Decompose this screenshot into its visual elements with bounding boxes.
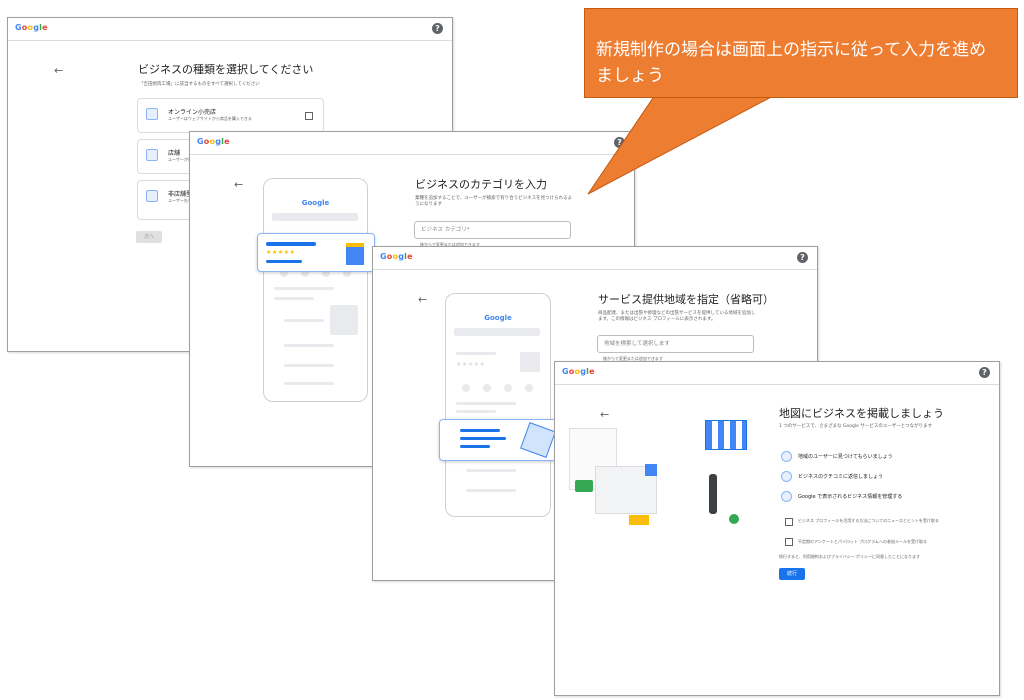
map-thumb [330,305,358,335]
google-logo: Google [15,23,48,32]
option-desc: ユーザーはウェブサイトから商品を購入できる [168,116,252,121]
info-line [466,489,516,492]
store-icon [346,243,364,265]
info-line [466,469,516,472]
help-icon[interactable]: ? [979,367,990,378]
option-checkbox[interactable] [305,112,313,120]
screen-map-listing: Google ? ← 地図にビジネスを掲載しましょう 1 つのサービスで、さまざ… [554,361,1000,696]
google-logo: Google [562,367,595,376]
back-arrow-icon[interactable]: ← [54,64,63,77]
star-rating: ★★★★★ [456,361,486,368]
shop-icon [146,149,158,161]
help-icon[interactable]: ? [797,252,808,263]
callout-text: 新規制作の場合は画面上の指示に従って入力を進めましょう [596,40,987,86]
page-desc: 商品配達、または出張や修理などの出張サービスを提供している地域を追加します。この… [598,311,756,322]
phone-google-logo: Google [484,314,512,322]
card-line [460,429,500,432]
phone-illustration: Google [263,178,368,402]
newsletter-checkbox[interactable] [785,518,793,526]
info-line [456,352,496,355]
checkbox-label: 不定期のアンケートとパイロット プログラムへの参加メールを受け取る [798,539,927,544]
checkbox-label: ビジネス プロフィールを活用する方法についてのニュースとヒントを受け取る [798,518,939,523]
business-card-illustration: ★★★★★ [257,233,375,272]
arrow-sign-icon [575,480,593,492]
storefront-illustration [569,420,749,536]
survey-checkbox[interactable] [785,538,793,546]
help-icon[interactable]: ? [432,23,443,34]
chart-icon [781,491,792,502]
info-line [456,402,516,405]
back-arrow-icon[interactable]: ← [418,293,427,306]
page-title: サービス提供地域を指定（省略可） [598,293,774,306]
reviews-icon [781,471,792,482]
terms-text: 続行すると、利用規約およびプライバシー ポリシーに同意したことになります [779,554,921,559]
info-line [284,364,334,367]
map-thumb [520,352,540,372]
map-area-icon [520,422,556,458]
person-icon [709,474,717,514]
phone-google-logo: Google [301,199,330,207]
google-logo: Google [380,252,413,261]
location-pin-icon [781,451,792,462]
feature-text: 地域のユーザーに見つけてもらいましょう [798,454,893,460]
star-rating: ★★★★★ [266,249,296,256]
info-line [284,319,324,322]
delivery-icon [146,190,158,202]
option-label: 店舗 [168,150,181,157]
phone-illustration: Google ★★★★★ [445,293,551,517]
search-bar [454,328,540,336]
card-line [460,437,506,440]
page-subtitle: 「吉田焼肉工場」に該当するものをすべて選択してください [139,82,260,87]
top-bar: Google ? [8,18,452,41]
action-dot [483,384,491,392]
category-input[interactable]: ビジネス カテゴリ* [414,221,571,239]
help-icon[interactable]: ? [614,137,625,148]
top-bar: Google ? [373,247,817,270]
info-line [274,297,314,300]
info-line [284,382,334,385]
storefront-icon [146,108,158,120]
tshirt-icon [645,464,657,476]
plant-icon [729,514,739,524]
page-desc: 業種を追加することで、ユーザーが検索で有り合うビジネスを見つけられるようになりま… [415,196,573,207]
bag-icon [629,515,649,525]
page-title: ビジネスのカテゴリを入力 [415,178,547,191]
card-line [460,445,490,448]
feature-text: ビジネスのクチコミに返信しましょう [798,474,884,480]
option-label: オンライン小売店 [168,109,217,116]
service-area-input[interactable]: 地域を検索して選択します [597,335,754,353]
info-line [284,344,334,347]
info-line [274,287,334,290]
page-title: 地図にビジネスを掲載しましょう [779,407,944,420]
card-line [266,242,316,246]
page-title: ビジネスの種類を選択してください [138,63,314,76]
action-dot [525,384,533,392]
continue-button[interactable]: 続行 [779,568,805,580]
awning-icon [705,420,747,450]
top-bar: Google ? [555,362,999,385]
back-arrow-icon[interactable]: ← [234,178,243,191]
feature-text: Google で表示されるビジネス情報を管理する [798,494,903,500]
service-area-card-illustration [439,419,559,461]
page-desc: 1 つのサービスで、さまざまな Google サービスのユーザーとつながります [779,424,933,429]
google-logo: Google [197,137,230,146]
card-line [266,260,302,263]
info-line [456,410,496,413]
next-button[interactable]: 次へ [136,231,162,243]
action-dot [462,384,470,392]
option-online-store[interactable]: オンライン小売店 ユーザーはウェブサイトから商品を購入できる [137,98,324,133]
top-bar: Google ? [190,132,634,155]
search-bar [272,213,358,221]
action-dot [504,384,512,392]
